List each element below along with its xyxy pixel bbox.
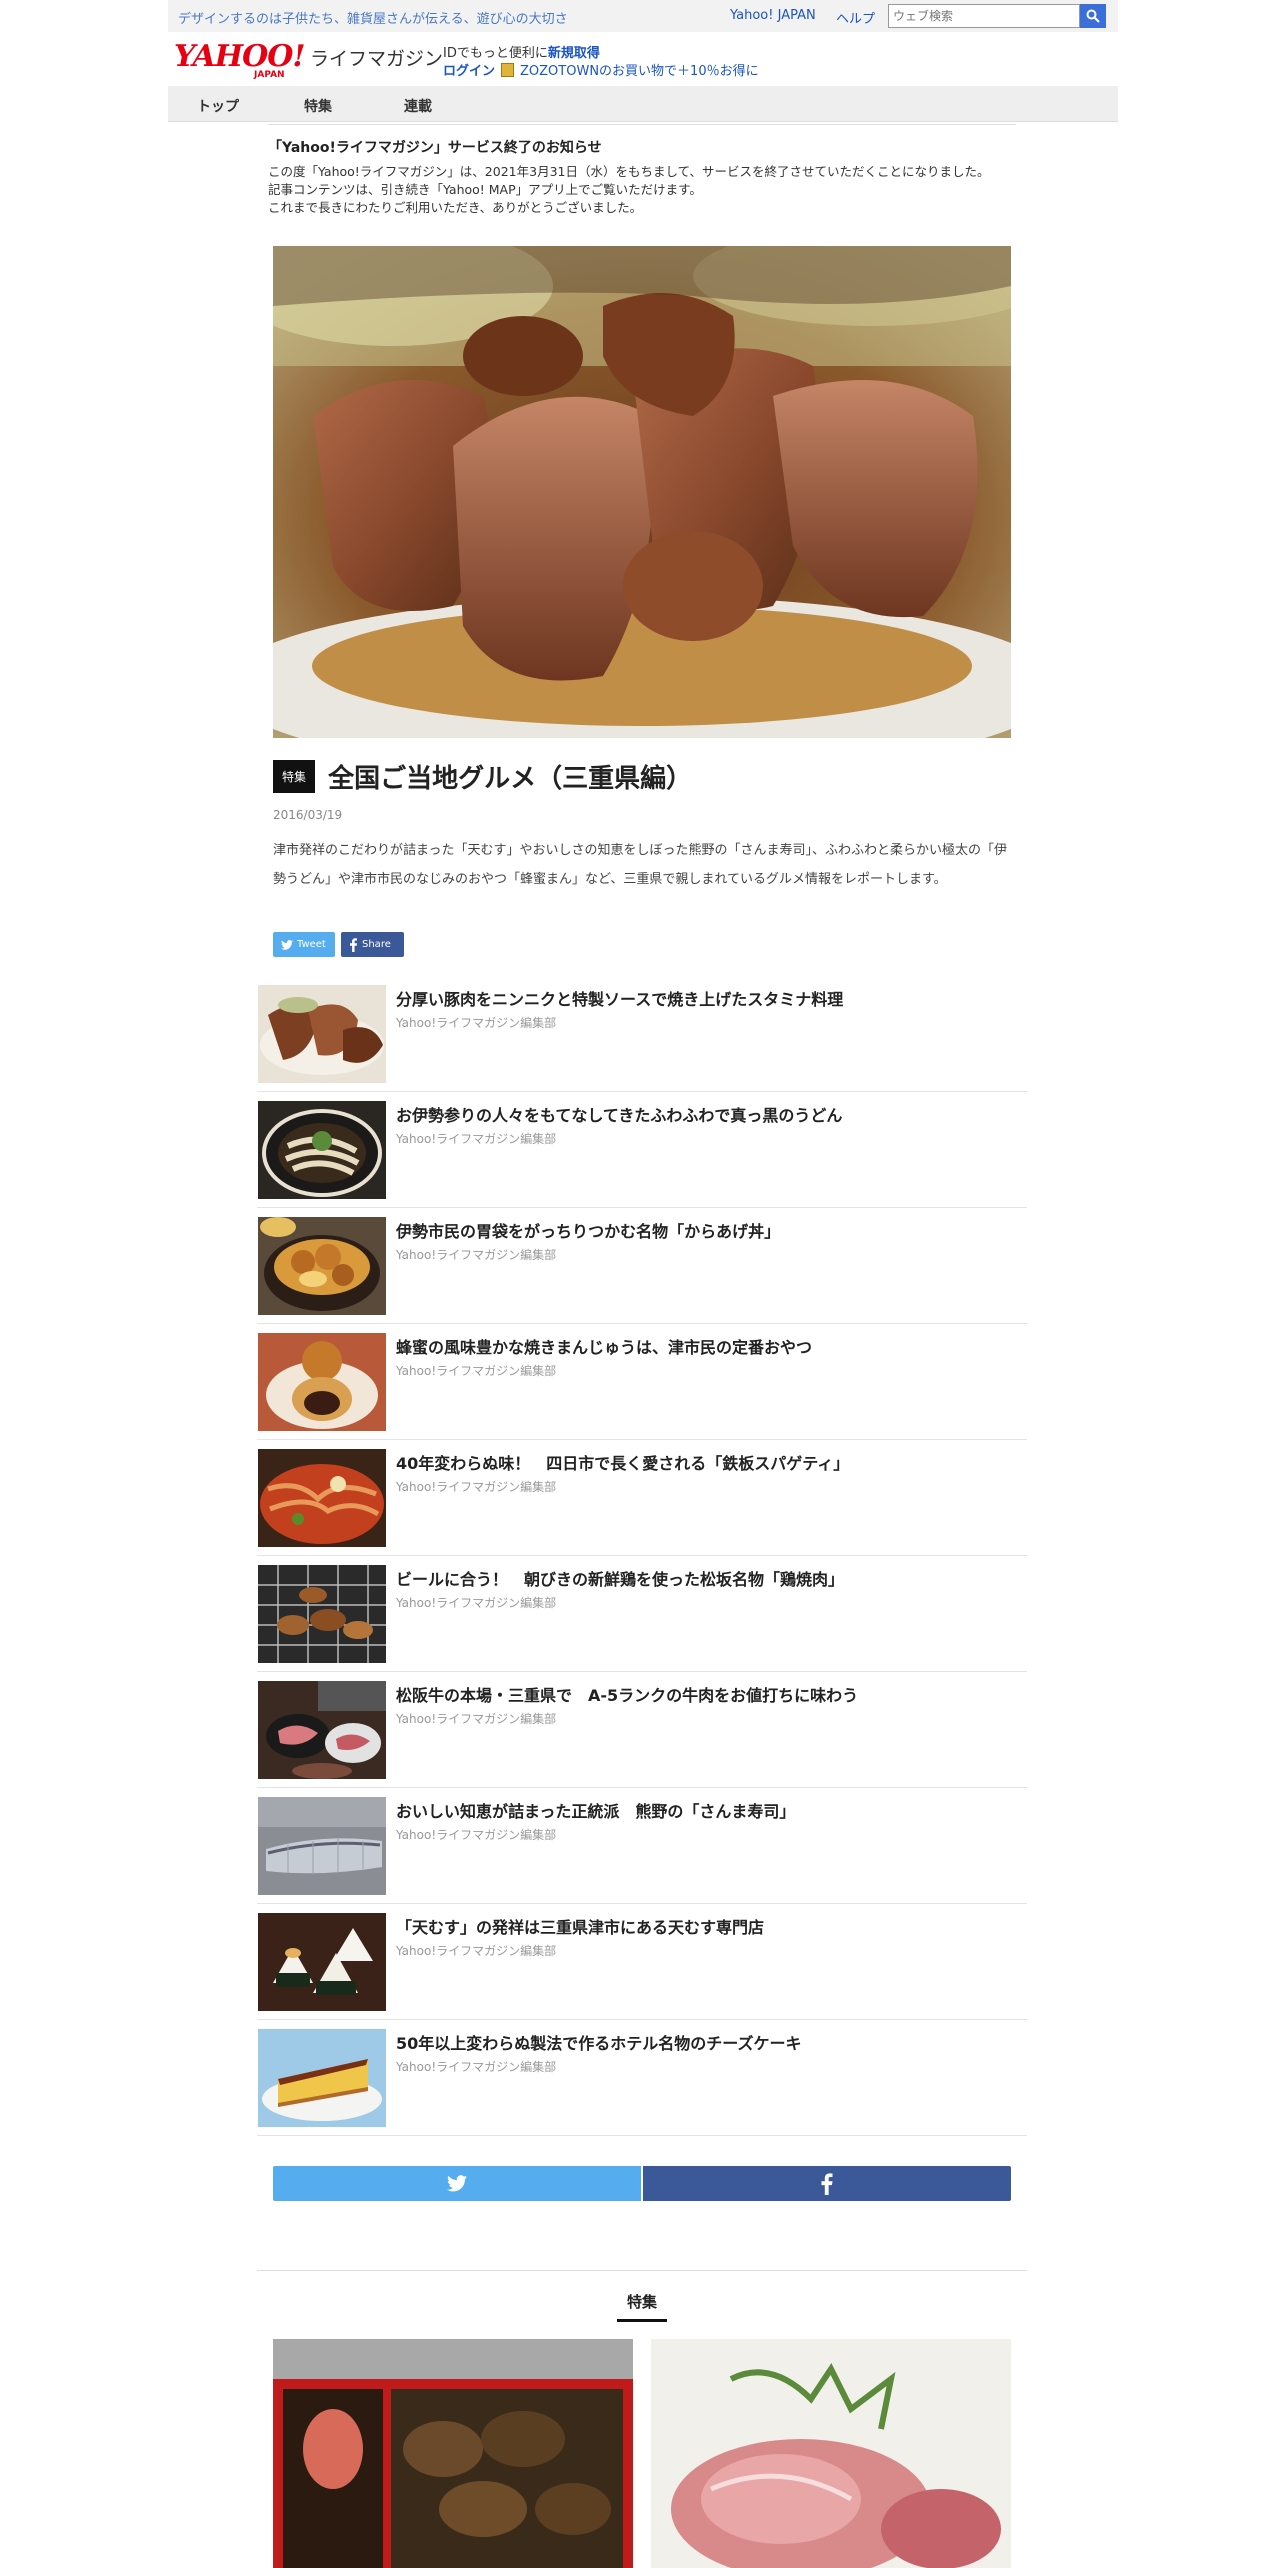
logo-sub: JAPAN xyxy=(254,70,285,80)
feature-card-bento[interactable] xyxy=(273,2339,633,2568)
twitter-icon xyxy=(281,939,293,950)
list-item[interactable]: 分厚い豚肉をニンニクと特製ソースで焼き上げたスタミナ料理 Yahoo!ライフマガ… xyxy=(257,976,1027,1092)
thumbnail-cheesecake xyxy=(258,2029,386,2127)
top-strip: デザインするのは子供たち、雑貨屋さんが伝える、遊び心の大切さ Yahoo! JA… xyxy=(168,0,1118,32)
hero-image xyxy=(273,246,1011,738)
share-row: Tweet Share xyxy=(273,932,404,957)
tweet-label: Tweet xyxy=(297,939,326,950)
list-item[interactable]: 「天むす」の発祥は三重県津市にある天むす専門店 Yahoo!ライフマガジン編集部 xyxy=(257,1904,1027,2020)
list-item-title[interactable]: 蜂蜜の風味豊かな焼きまんじゅうは、津市民の定番おやつ xyxy=(396,1334,812,1358)
yahoo-japan-link[interactable]: Yahoo! JAPAN xyxy=(730,8,816,23)
service-end-notice: 「Yahoo!ライフマガジン」サービス終了のお知らせ この度「Yahoo!ライフ… xyxy=(268,124,1016,217)
thumbnail-sanma-sushi xyxy=(258,1797,386,1895)
list-item-title[interactable]: ビールに合う！ 朝びきの新鮮鶏を使った松坂名物「鶏焼肉」 xyxy=(396,1566,844,1590)
list-item-title[interactable]: 40年変わらぬ味！ 四日市で長く愛される「鉄板スパゲティ」 xyxy=(396,1450,849,1474)
list-item[interactable]: おいしい知恵が詰まった正統派 熊野の「さんま寿司」 Yahoo!ライフマガジン編… xyxy=(257,1788,1027,1904)
list-item[interactable]: ビールに合う！ 朝びきの新鮮鶏を使った松坂名物「鶏焼肉」 Yahoo!ライフマガ… xyxy=(257,1556,1027,1672)
thumbnail-teppan-spaghetti xyxy=(258,1449,386,1547)
login-row: ログイン ZOZOTOWNのお買い物で＋10％お得に xyxy=(443,60,759,79)
features-heading: 特集 xyxy=(626,2293,657,2311)
web-search-input[interactable] xyxy=(888,4,1080,28)
list-item-author: Yahoo!ライフマガジン編集部 xyxy=(396,1480,557,1494)
list-item[interactable]: 40年変わらぬ味！ 四日市で長く愛される「鉄板スパゲティ」 Yahoo!ライフマ… xyxy=(257,1440,1027,1556)
list-item[interactable]: お伊勢参りの人々をもてなしてきたふわふわで真っ黒のうどん Yahoo!ライフマガ… xyxy=(257,1092,1027,1208)
notice-body: この度「Yahoo!ライフマガジン」は、2021年3月31日（水）をもちまして、… xyxy=(268,163,1016,217)
search-button[interactable] xyxy=(1080,4,1106,28)
features-section: 特集 xyxy=(257,2270,1027,2568)
login-link[interactable]: ログイン xyxy=(443,60,495,79)
list-item-author: Yahoo!ライフマガジン編集部 xyxy=(396,1364,557,1378)
notice-line: 記事コンテンツは、引き続き「Yahoo! MAP」アプリ上でご覧いただけます。 xyxy=(268,182,702,197)
feature-card-wagyu[interactable] xyxy=(651,2339,1011,2568)
nav-item-series[interactable]: 連載 xyxy=(404,96,432,116)
list-item-title[interactable]: 50年以上変わらぬ製法で作るホテル名物のチーズケーキ xyxy=(396,2030,801,2054)
list-item-author: Yahoo!ライフマガジン編集部 xyxy=(396,1944,557,1958)
thumbnail-udon xyxy=(258,1101,386,1199)
facebook-icon xyxy=(350,937,357,952)
list-item-author: Yahoo!ライフマガジン編集部 xyxy=(396,1132,557,1146)
list-item-author: Yahoo!ライフマガジン編集部 xyxy=(396,1248,557,1262)
help-link[interactable]: ヘルプ xyxy=(836,8,875,27)
list-item-title[interactable]: おいしい知恵が詰まった正統派 熊野の「さんま寿司」 xyxy=(396,1798,795,1822)
list-item[interactable]: 50年以上変わらぬ製法で作るホテル名物のチーズケーキ Yahoo!ライフマガジン… xyxy=(257,2020,1027,2136)
list-item-author: Yahoo!ライフマガジン編集部 xyxy=(396,2060,557,2074)
bottom-share-bar xyxy=(273,2166,1011,2201)
list-item-title[interactable]: 「天むす」の発祥は三重県津市にある天むす専門店 xyxy=(396,1914,764,1938)
search-icon xyxy=(1086,9,1100,23)
notice-title: 「Yahoo!ライフマガジン」サービス終了のお知らせ xyxy=(268,140,602,156)
list-item-title[interactable]: お伊勢参りの人々をもてなしてきたふわふわで真っ黒のうどん xyxy=(396,1102,842,1126)
facebook-share-button[interactable]: Share xyxy=(341,932,404,957)
article-title: 全国ご当地グルメ（三重県編） xyxy=(328,764,693,794)
zozo-bag-icon xyxy=(501,62,515,77)
thumbnail-honey-bun xyxy=(258,1333,386,1431)
tweet-button[interactable]: Tweet xyxy=(273,932,335,957)
yahoo-logo[interactable]: YAHOO! JAPAN xyxy=(174,39,308,81)
zozo-promo-link[interactable]: ZOZOTOWNのお買い物で＋10％お得に xyxy=(520,60,759,79)
register-link[interactable]: 新規取得 xyxy=(548,46,600,61)
id-prompt-text: IDでもっと便利に xyxy=(443,46,548,61)
nav-item-top[interactable]: トップ xyxy=(197,96,239,116)
thumbnail-pork xyxy=(258,985,386,1083)
twitter-icon xyxy=(447,2175,467,2192)
list-item-title[interactable]: 松阪牛の本場・三重県で A-5ランクの牛肉をお値打ちに味わう xyxy=(396,1682,858,1706)
thumbnail-karaage-don xyxy=(258,1217,386,1315)
site-name[interactable]: ライフマガジン xyxy=(310,44,443,71)
thumbnail-matsusaka-beef xyxy=(258,1681,386,1779)
notice-line: この度「Yahoo!ライフマガジン」は、2021年3月31日（水）をもちまして、… xyxy=(268,164,990,179)
site-header: YAHOO! JAPAN ライフマガジン IDでもっと便利に新規取得 ログイン … xyxy=(168,32,1118,86)
facebook-icon xyxy=(821,2172,833,2195)
article-header: 特集 全国ご当地グルメ（三重県編） xyxy=(273,758,1011,795)
features-heading-underline xyxy=(617,2319,667,2322)
category-badge[interactable]: 特集 xyxy=(273,760,316,793)
id-prompt: IDでもっと便利に新規取得 xyxy=(443,42,600,61)
global-nav: トップ 特集 連載 xyxy=(168,86,1118,122)
article-list: 分厚い豚肉をニンニクと特製ソースで焼き上げたスタミナ料理 Yahoo!ライフマガ… xyxy=(257,976,1027,2136)
list-item-title[interactable]: 伊勢市民の胃袋をがっちりつかむ名物「からあげ丼」 xyxy=(396,1218,780,1242)
list-item[interactable]: 伊勢市民の胃袋をがっちりつかむ名物「からあげ丼」 Yahoo!ライフマガジン編集… xyxy=(257,1208,1027,1324)
list-item[interactable]: 松阪牛の本場・三重県で A-5ランクの牛肉をお値打ちに味わう Yahoo!ライフ… xyxy=(257,1672,1027,1788)
list-item-author: Yahoo!ライフマガジン編集部 xyxy=(396,1016,557,1030)
list-item-author: Yahoo!ライフマガジン編集部 xyxy=(396,1828,557,1842)
bottom-facebook-button[interactable] xyxy=(643,2166,1011,2201)
bottom-tweet-button[interactable] xyxy=(273,2166,641,2201)
logo-wordmark: YAHOO! xyxy=(174,39,306,74)
article-lead: 津市発祥のこだわりが詰まった「天むす」やおいしさの知恵をしぼった熊野の「さんま寿… xyxy=(273,843,1007,887)
header-tagline-link[interactable]: デザインするのは子供たち、雑貨屋さんが伝える、遊び心の大切さ xyxy=(178,8,568,27)
list-item-author: Yahoo!ライフマガジン編集部 xyxy=(396,1712,557,1726)
thumbnail-chicken-yakiniku xyxy=(258,1565,386,1663)
article-date: 2016/03/19 xyxy=(273,808,343,822)
notice-line: これまで長きにわたりご利用いただき、ありがとうございました。 xyxy=(268,200,643,215)
thumbnail-tenmusu xyxy=(258,1913,386,2011)
list-item-author: Yahoo!ライフマガジン編集部 xyxy=(396,1596,557,1610)
share-label: Share xyxy=(362,939,391,950)
list-item[interactable]: 蜂蜜の風味豊かな焼きまんじゅうは、津市民の定番おやつ Yahoo!ライフマガジン… xyxy=(257,1324,1027,1440)
list-item-title[interactable]: 分厚い豚肉をニンニクと特製ソースで焼き上げたスタミナ料理 xyxy=(396,986,843,1010)
nav-item-features[interactable]: 特集 xyxy=(304,96,332,116)
